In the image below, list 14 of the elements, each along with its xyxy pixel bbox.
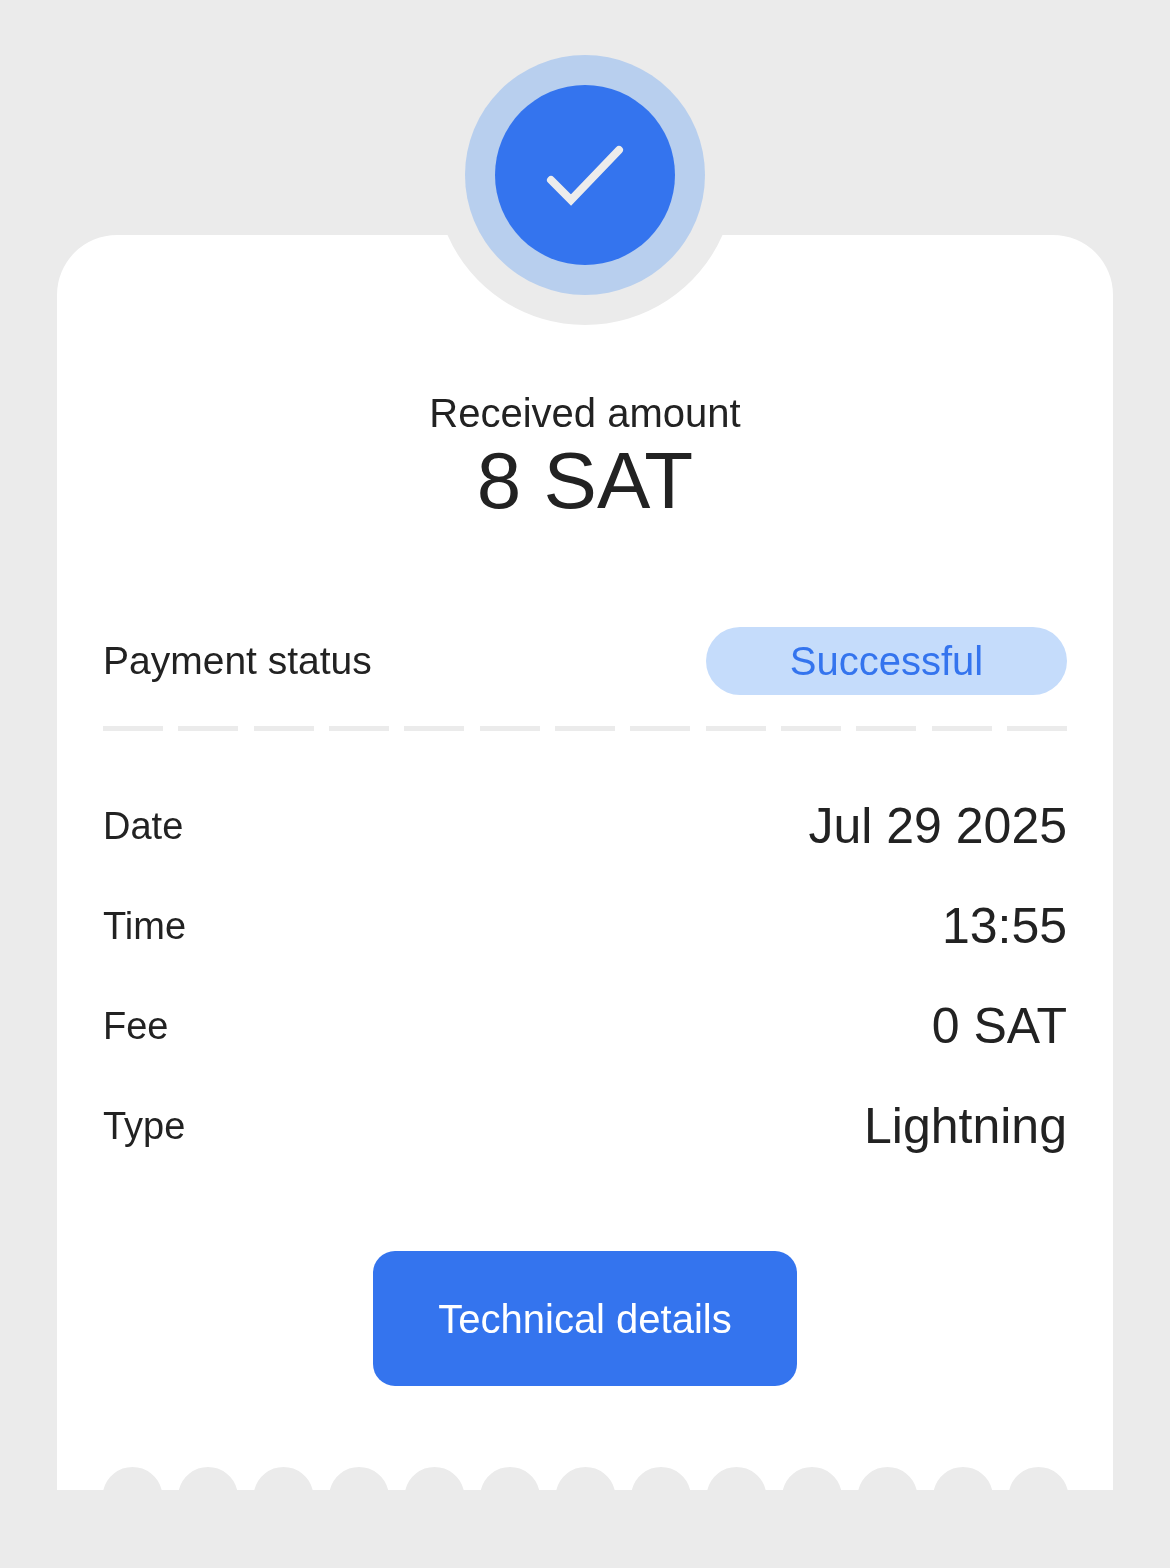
detail-value: Lightning [864,1097,1067,1155]
detail-label: Date [103,804,184,849]
received-amount-label: Received amount [429,390,741,437]
status-badge: Successful [706,627,1067,695]
detail-label: Time [103,904,187,949]
detail-value: 13:55 [941,897,1067,955]
detail-value: Jul 29 2025 [808,797,1067,855]
check-circle-icon [465,55,705,295]
technical-details-button[interactable]: Technical details [373,1251,797,1386]
detail-label: Type [103,1104,186,1149]
detail-label: Fee [103,1004,169,1049]
amount-value: 8 SAT [476,441,694,521]
payment-status-label: Payment status [103,638,372,684]
detail-value: 0 SAT [931,997,1067,1055]
